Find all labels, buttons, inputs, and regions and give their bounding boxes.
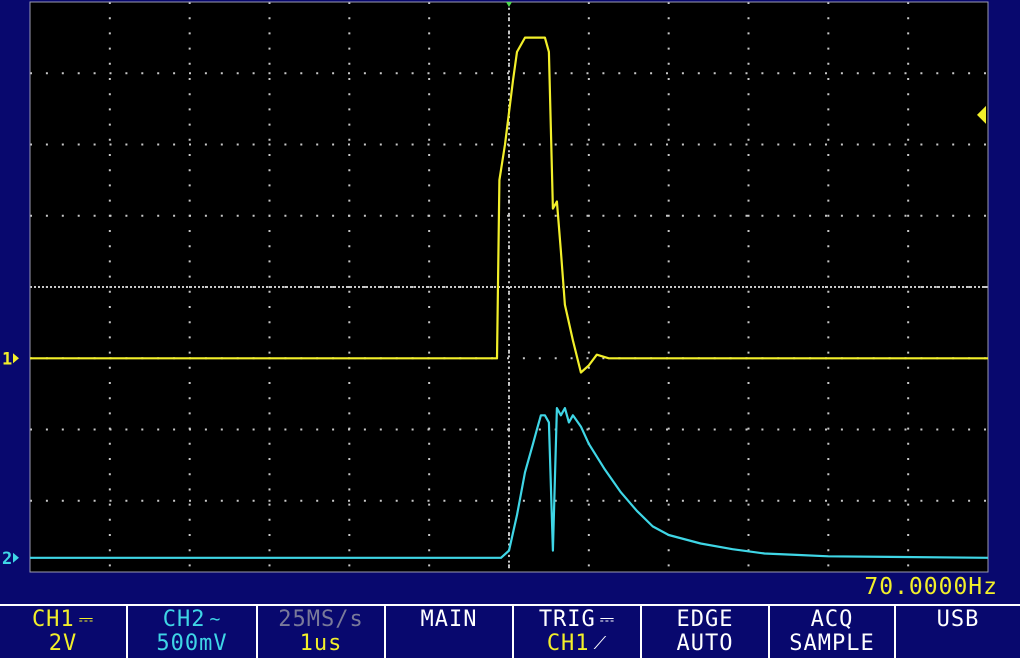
ch1-marker-arrow-icon[interactable] [13, 353, 19, 364]
acq-label: ACQ [810, 607, 854, 632]
trigger-status[interactable]: TRIG ⎓ CH1 ⟋ [512, 606, 640, 658]
mode-label: MAIN [420, 607, 478, 632]
dc-coupling-icon: ⎓ [78, 609, 95, 630]
frequency-readout: 70.0000Hz [864, 574, 998, 600]
ch2-ground-marker[interactable]: 2 [2, 549, 12, 569]
time-per-division: 1us [299, 631, 343, 656]
trig-coupling-icon: ⎓ [599, 609, 616, 630]
waveform-plot: 1 2 [2, 1, 989, 573]
trig-label: TRIG [538, 607, 596, 632]
rising-edge-icon: ⟋ [593, 633, 608, 654]
ch2-label: CH2 [162, 607, 206, 632]
ch1-label: CH1 [31, 607, 75, 632]
ac-coupling-icon: ∼ [209, 609, 222, 630]
acquisition-status[interactable]: ACQ SAMPLE [768, 606, 894, 658]
trig-source: CH1 [546, 631, 590, 656]
ch2-status[interactable]: CH2 ∼ 500mV [126, 606, 256, 658]
status-bar: CH1 ⎓ 2V CH2 ∼ 500mV 25MS/s 1us MAIN TRIG ⎓… [0, 604, 1020, 658]
trigger-mode-status[interactable]: EDGE AUTO [640, 606, 768, 658]
scope-screen: 1 2 70.0000Hz [0, 0, 1020, 604]
usb-status[interactable]: USB [894, 606, 1020, 658]
trigger-type: EDGE [676, 607, 734, 632]
ch2-scale: 500mV [156, 631, 228, 656]
usb-label: USB [936, 607, 980, 632]
main-mode[interactable]: MAIN [384, 606, 512, 658]
ch2-marker-arrow-icon[interactable] [13, 552, 19, 563]
timebase-status[interactable]: 25MS/s 1us [256, 606, 384, 658]
acq-mode: SAMPLE [789, 631, 875, 656]
ch1-ground-marker[interactable]: 1 [2, 349, 12, 369]
ch1-scale: 2V [48, 631, 78, 656]
sample-rate: 25MS/s [278, 607, 364, 632]
trigger-mode: AUTO [676, 631, 734, 656]
ch1-status[interactable]: CH1 ⎓ 2V [0, 606, 126, 658]
